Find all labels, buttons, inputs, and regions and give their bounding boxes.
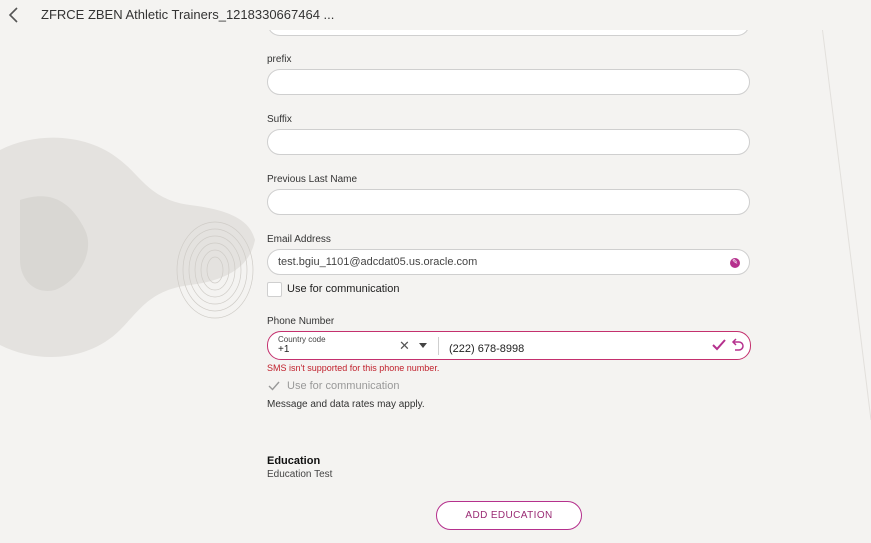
clear-icon[interactable]: ✕ xyxy=(399,338,410,354)
education-section-title: Education xyxy=(267,455,321,467)
email-value: test.bgiu_1101@adcdat05.us.oracle.com xyxy=(278,256,478,268)
divider xyxy=(438,337,439,355)
check-icon-disabled xyxy=(268,381,280,391)
back-chevron-icon[interactable] xyxy=(4,5,24,25)
prefix-label: prefix xyxy=(267,54,292,65)
previous-last-name-label: Previous Last Name xyxy=(267,174,358,185)
check-icon[interactable] xyxy=(712,338,726,352)
page-title: ZFRCE ZBEN Athletic Trainers_12183306674… xyxy=(41,7,335,22)
previous-last-name-input[interactable] xyxy=(267,189,750,215)
education-item[interactable]: Education Test xyxy=(267,469,332,480)
edit-badge-icon[interactable]: ✎ xyxy=(730,258,740,268)
sms-rates-note: Message and data rates may apply. xyxy=(267,399,425,410)
add-education-button[interactable]: ADD EDUCATION xyxy=(436,501,582,530)
undo-icon[interactable] xyxy=(731,338,744,352)
prefix-input[interactable] xyxy=(267,69,750,95)
phone-label: Phone Number xyxy=(267,316,335,327)
email-input[interactable]: test.bgiu_1101@adcdat05.us.oracle.com ✎ xyxy=(267,249,750,275)
suffix-input[interactable] xyxy=(267,129,750,155)
country-code-value[interactable]: +1 xyxy=(278,344,289,355)
suffix-label: Suffix xyxy=(267,114,292,125)
top-bar: ZFRCE ZBEN Athletic Trainers_12183306674… xyxy=(0,0,871,30)
email-communication-label: Use for communication xyxy=(287,283,400,295)
phone-number-input[interactable]: (222) 678-8998 xyxy=(449,343,524,355)
phone-error-message: SMS isn't supported for this phone numbe… xyxy=(267,363,440,373)
phone-input-group: Country code +1 ✕ (222) 678-8998 xyxy=(267,331,751,360)
email-communication-checkbox[interactable] xyxy=(267,282,282,297)
email-label: Email Address xyxy=(267,234,331,245)
country-code-label: Country code xyxy=(278,335,326,344)
chevron-down-icon[interactable] xyxy=(419,343,427,348)
phone-communication-label: Use for communication xyxy=(287,380,400,392)
